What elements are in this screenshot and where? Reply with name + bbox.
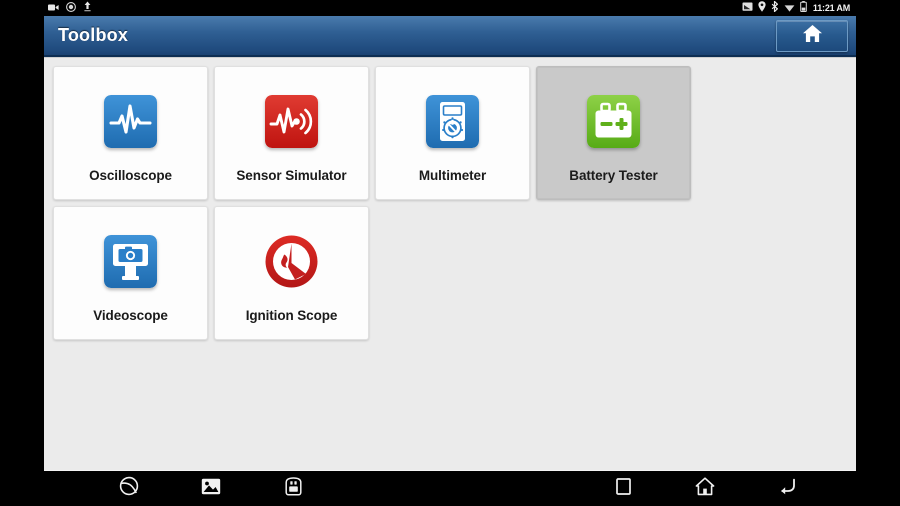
bluetooth-icon — [771, 0, 779, 17]
upload-arrow-icon — [83, 0, 92, 17]
tool-tile-videoscope[interactable]: Videoscope — [53, 206, 208, 340]
sensor-simulator-icon — [264, 93, 320, 149]
screen-record-icon — [66, 0, 76, 17]
screen-cast-icon — [742, 0, 753, 17]
videoscope-icon — [103, 233, 159, 289]
nav-browser-button[interactable] — [88, 472, 170, 506]
nav-home-button[interactable] — [664, 472, 746, 506]
video-camera-icon — [48, 0, 59, 17]
tablet-screen: 11:21 AM Toolbox Oscilloscope Sensor Sim… — [44, 0, 856, 506]
nav-right-group — [582, 472, 828, 506]
tool-label: Battery Tester — [569, 168, 658, 183]
tool-label: Ignition Scope — [245, 308, 338, 323]
home-button[interactable] — [776, 20, 848, 52]
app-title-bar: Toolbox — [44, 16, 856, 57]
page-title: Toolbox — [58, 25, 129, 45]
location-pin-icon — [758, 0, 766, 17]
gallery-icon — [201, 478, 221, 500]
oscilloscope-icon — [103, 93, 159, 149]
tool-tile-battery-tester[interactable]: Battery Tester — [536, 66, 691, 200]
browser-icon — [119, 476, 139, 501]
nav-gallery-button[interactable] — [170, 472, 252, 506]
android-status-bar: 11:21 AM — [44, 0, 856, 16]
tablet-device: 11:21 AM Toolbox Oscilloscope Sensor Sim… — [0, 0, 900, 506]
tool-label: Sensor Simulator — [236, 168, 347, 183]
nav-recents-button[interactable] — [582, 472, 664, 506]
vci-icon — [283, 476, 304, 501]
android-navigation-bar — [44, 470, 856, 506]
tool-grid: Oscilloscope Sensor Simulator Multimeter… — [53, 66, 847, 340]
nav-left-group — [88, 472, 334, 506]
tool-label: Multimeter — [418, 168, 487, 183]
ignition-scope-icon — [264, 233, 320, 289]
battery-tester-icon — [586, 93, 642, 149]
home-house-icon — [695, 476, 715, 501]
recents-square-icon — [615, 477, 631, 500]
tool-tile-oscilloscope[interactable]: Oscilloscope — [53, 66, 208, 200]
nav-vci-button[interactable] — [252, 472, 334, 506]
toolbox-content: Oscilloscope Sensor Simulator Multimeter… — [44, 57, 856, 470]
status-bar-clock: 11:21 AM — [812, 2, 850, 13]
house-icon — [802, 24, 823, 48]
status-bar-right-icons: 11:21 AM — [742, 0, 850, 17]
tool-label: Videoscope — [93, 308, 168, 323]
back-arrow-icon — [777, 478, 797, 500]
tool-tile-ignition-scope[interactable]: Ignition Scope — [214, 206, 369, 340]
battery-icon — [800, 0, 807, 17]
tool-tile-multimeter[interactable]: Multimeter — [375, 66, 530, 200]
nav-back-button[interactable] — [746, 472, 828, 506]
multimeter-icon — [425, 93, 481, 149]
tool-label: Oscilloscope — [89, 168, 172, 183]
wifi-icon — [784, 0, 795, 17]
status-bar-left-icons — [48, 0, 92, 17]
tool-tile-sensor-simulator[interactable]: Sensor Simulator — [214, 66, 369, 200]
